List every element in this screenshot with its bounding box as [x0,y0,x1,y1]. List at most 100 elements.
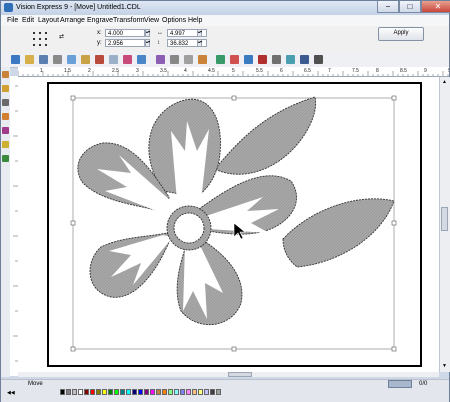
menu-layout[interactable]: Layout [38,16,59,25]
selection-handle[interactable] [70,95,76,101]
menu-engrave[interactable]: Engrave [87,16,113,25]
ungroup-icon[interactable] [170,55,179,64]
color-swatch[interactable] [114,389,119,395]
shape-tool-icon[interactable] [2,127,9,134]
color-swatch[interactable] [150,389,155,395]
color-swatch[interactable] [132,389,137,395]
align-icon[interactable] [198,55,207,64]
selection-handle[interactable] [70,346,76,352]
open-folder-icon[interactable] [25,55,34,64]
selection-handle[interactable] [391,95,397,101]
mirror-icon[interactable] [230,55,239,64]
scroll-up-icon[interactable]: ▲ [441,79,448,85]
ruler-number: 5.5 [256,68,263,74]
color-swatch[interactable] [66,389,71,395]
color-swatch[interactable] [216,389,221,395]
color-swatch[interactable] [180,389,185,395]
color-swatch[interactable] [78,389,83,395]
page-counter: 0/0 [419,381,428,387]
vertical-scroll-thumb[interactable] [441,207,448,231]
design-canvas[interactable] [18,77,439,372]
settings-icon[interactable] [300,55,309,64]
color-swatch[interactable] [210,389,215,395]
canvas-artwork[interactable] [18,77,439,372]
color-swatch[interactable] [90,389,95,395]
menu-arrange[interactable]: Arrange [60,16,85,25]
minimize-button[interactable]: − [377,1,399,13]
x-spin-buttons[interactable]: ▴▾ [145,29,150,37]
color-swatch[interactable] [174,389,179,395]
print-icon[interactable] [53,55,62,64]
color-swatch[interactable] [162,389,167,395]
move-arrows-icon[interactable] [314,55,323,64]
weld-icon[interactable] [184,55,193,64]
menu-options[interactable]: Options [162,16,186,25]
paste-icon[interactable] [137,55,146,64]
horizontal-scrollbar[interactable] [18,372,439,377]
horizontal-scroll-thumb[interactable] [228,372,252,377]
color-swatch[interactable] [96,389,101,395]
menu-file[interactable]: File [7,16,18,25]
y-spin-buttons[interactable]: ▴▾ [145,39,150,47]
selection-handle[interactable] [391,220,397,226]
selection-handle[interactable] [70,220,76,226]
menu-help[interactable]: Help [188,16,202,25]
engrave-icon[interactable] [95,55,104,64]
height-spin-buttons[interactable]: ▴▾ [197,39,202,47]
color-swatch[interactable] [138,389,143,395]
zoom-tool-icon[interactable] [2,113,9,120]
color-swatch[interactable] [186,389,191,395]
color-swatch[interactable] [120,389,125,395]
color-swatch[interactable] [108,389,113,395]
anchor-point-selector[interactable] [31,30,51,50]
color-swatch[interactable] [204,389,209,395]
relative-icon[interactable]: ⇄ [59,33,64,40]
node-edit-icon[interactable] [216,55,225,64]
zoom-icon[interactable] [272,55,281,64]
selection-handle[interactable] [231,95,237,101]
vertical-scrollbar[interactable]: ▲ ▼ [439,77,450,372]
delete-icon[interactable] [258,55,267,64]
color-swatch[interactable] [156,389,161,395]
x-position-field[interactable]: 4.000 [105,29,145,37]
save-icon[interactable] [39,55,48,64]
color-swatch[interactable] [126,389,131,395]
group-icon[interactable] [156,55,165,64]
color-swatch[interactable] [168,389,173,395]
menu-edit[interactable]: Edit [22,16,34,25]
selection-handle[interactable] [231,346,237,352]
maximize-button[interactable]: □ [399,1,421,13]
selection-handle[interactable] [391,346,397,352]
select-tool-icon[interactable] [2,71,9,78]
close-button[interactable]: ✕ [421,1,450,13]
color-swatch[interactable] [144,389,149,395]
import-icon[interactable] [67,55,76,64]
y-position-field[interactable]: 2.956 [105,39,145,47]
color-swatch[interactable] [60,389,65,395]
layer-toggle-icon[interactable] [388,380,412,388]
rotate-icon[interactable] [244,55,253,64]
scroll-down-icon[interactable]: ▼ [441,363,448,369]
palette-scroll-left-icon[interactable]: ◀◀ [7,390,15,396]
export-icon[interactable] [81,55,90,64]
copy-icon[interactable] [123,55,132,64]
node-tool-icon[interactable] [2,85,9,92]
menu-view[interactable]: View [144,16,159,25]
menu-transform[interactable]: Transform [113,16,145,25]
width-spin-buttons[interactable]: ▴▾ [197,29,202,37]
color-swatch[interactable] [84,389,89,395]
color-swatch[interactable] [192,389,197,395]
fill-tool-icon[interactable] [2,155,9,162]
color-swatch[interactable] [72,389,77,395]
toolbox-panel [1,67,10,377]
x-label: x: [97,30,102,36]
text-tool-icon[interactable] [2,99,9,106]
pen-tool-icon[interactable] [2,141,9,148]
preview-icon[interactable] [286,55,295,64]
apply-button[interactable]: Apply [378,27,424,41]
cut-icon[interactable] [109,55,118,64]
new-file-icon[interactable] [11,55,20,64]
color-swatch[interactable] [102,389,107,395]
color-swatch[interactable] [198,389,203,395]
app-icon [4,3,13,12]
